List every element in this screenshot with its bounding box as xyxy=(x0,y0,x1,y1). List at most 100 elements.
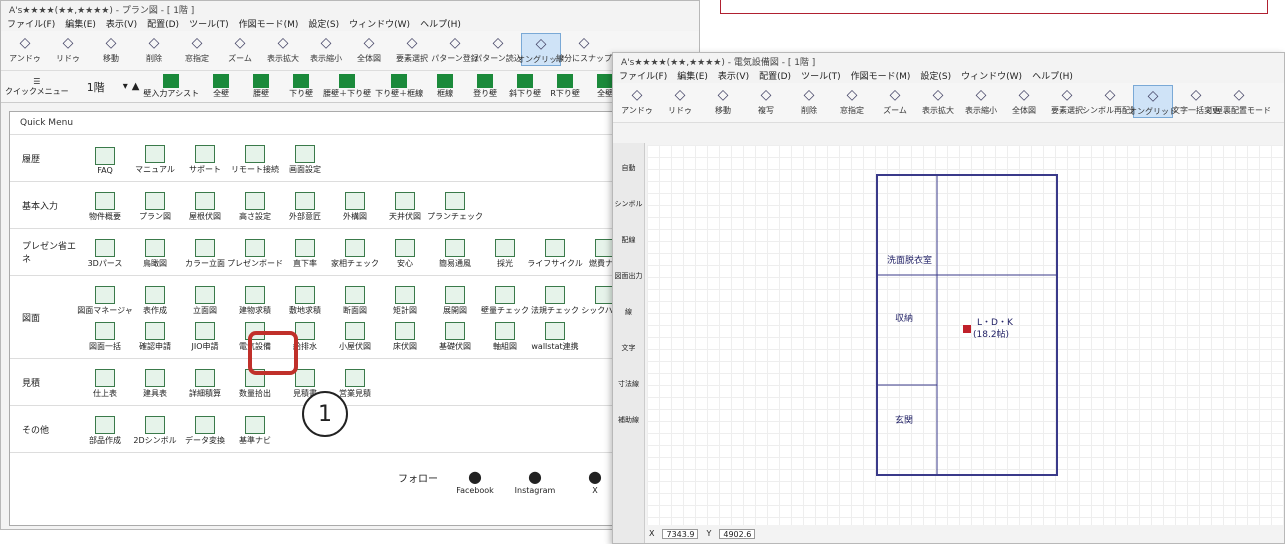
menu-item-button[interactable]: 法規チェック xyxy=(531,282,579,316)
menu-item[interactable]: 配置(D) xyxy=(147,17,179,30)
menu-item-button[interactable]: 簡易通風 xyxy=(432,235,478,269)
tool-button[interactable]: ◇ 表示拡大 xyxy=(263,33,303,64)
menu-item-button[interactable]: 安心 xyxy=(382,235,428,269)
menu-item[interactable]: ウィンドウ(W) xyxy=(961,69,1022,82)
menu-item[interactable]: 作図モード(M) xyxy=(851,69,911,82)
tool-button[interactable]: ◇ シンボル再配置 xyxy=(1082,85,1138,116)
menu-item-button[interactable]: FAQ xyxy=(82,141,128,175)
tool-button[interactable]: ◇ 表示拡大 xyxy=(918,85,958,116)
tool-button[interactable]: ◇ パターン登録 xyxy=(431,33,479,64)
menu-item-button[interactable]: 2Dシンボル xyxy=(132,412,178,446)
menu-item-button[interactable]: 小屋伏図 xyxy=(332,318,378,352)
tool-button[interactable]: ◇ 表示縮小 xyxy=(961,85,1001,116)
menu-item-button[interactable]: 壁量チェック xyxy=(481,282,529,316)
tool-button[interactable]: ◇ アンドゥ xyxy=(617,85,657,116)
menu-item-button[interactable]: 基準ナビ xyxy=(232,412,278,446)
menu-item-button[interactable]: 図面一括 xyxy=(82,318,128,352)
tool-button[interactable]: ◇ 線分にスナップ xyxy=(556,33,612,64)
menu-item-button[interactable]: マニュアル xyxy=(132,141,178,175)
menu-item[interactable]: ファイル(F) xyxy=(7,17,55,30)
menu-item[interactable]: ツール(T) xyxy=(189,17,229,30)
menu-item-button[interactable]: 物件概要 xyxy=(82,188,128,222)
menu-item[interactable]: 設定(S) xyxy=(920,69,951,82)
menu-item[interactable]: 配置(D) xyxy=(759,69,791,82)
tool-button[interactable]: ◇ オングリッド xyxy=(1129,85,1177,118)
tool-button[interactable]: ◇ 複写 xyxy=(746,85,786,116)
menu-item-button[interactable]: 表作成 xyxy=(132,282,178,316)
tool-button[interactable]: ◇ 削除 xyxy=(134,33,174,64)
menu-item[interactable]: ヘルプ(H) xyxy=(1032,69,1073,82)
palette-item[interactable]: 文字 xyxy=(613,323,644,359)
menu-item[interactable]: 表示(V) xyxy=(718,69,749,82)
menu-item-button[interactable]: 屋根伏図 xyxy=(182,188,228,222)
menu-item-button[interactable]: 確認申請 xyxy=(132,318,178,352)
menu-item[interactable]: ウィンドウ(W) xyxy=(349,17,410,30)
menu-item-button[interactable]: 立面図 xyxy=(182,282,228,316)
palette-item[interactable]: 自動 xyxy=(613,143,644,179)
tool-button[interactable]: ◇ 全体図 xyxy=(349,33,389,64)
palette-item[interactable]: 補助線 xyxy=(613,395,644,431)
menu-item-button[interactable]: JIO申請 xyxy=(182,318,228,352)
menu-item-button[interactable]: 断面図 xyxy=(332,282,378,316)
menu-item-button[interactable]: 天井伏図 xyxy=(382,188,428,222)
menu-item-button[interactable]: 床伏図 xyxy=(382,318,428,352)
tool-button[interactable]: ◇ 移動 xyxy=(703,85,743,116)
tool-button[interactable]: ◇ 窓指定 xyxy=(832,85,872,116)
wall-button[interactable]: 斜下り壁 xyxy=(507,74,543,99)
menu-item-button[interactable]: 矩計図 xyxy=(382,282,428,316)
wall-button[interactable]: 下り壁 xyxy=(283,74,319,99)
menu-item-button[interactable]: 画面設定 xyxy=(282,141,328,175)
light-symbol[interactable] xyxy=(963,325,971,333)
tool-button[interactable]: ◇ 窓指定 xyxy=(177,33,217,64)
tool-button[interactable]: ◇ ズーム xyxy=(220,33,260,64)
sns-link[interactable]: ● Instagram xyxy=(512,461,558,495)
tool-button[interactable]: ◇ 全体図 xyxy=(1004,85,1044,116)
tool-button[interactable]: ◇ リドゥ xyxy=(660,85,700,116)
menu-item[interactable]: 表示(V) xyxy=(106,17,137,30)
menu-item-button[interactable]: 仕上表 xyxy=(82,365,128,399)
wall-button[interactable]: 下り壁＋框線 xyxy=(375,74,423,99)
tool-button[interactable]: ◇ リドゥ xyxy=(48,33,88,64)
tool-button[interactable]: ◇ 移動 xyxy=(91,33,131,64)
drawing-canvas[interactable]: 洗面脱衣室 収納 L・D・K (18.2帖) 玄関 xyxy=(647,145,1283,525)
menu-item-button[interactable]: サポート xyxy=(182,141,228,175)
menu-item-button[interactable]: プランチェック xyxy=(427,188,483,222)
palette-item[interactable]: 線 xyxy=(613,287,644,323)
chevron-down-icon[interactable]: ▾ xyxy=(123,81,128,92)
menu-item-button[interactable]: 鳥瞰図 xyxy=(132,235,178,269)
menu-item[interactable]: 作図モード(M) xyxy=(239,17,299,30)
menu-item-button[interactable]: プラン図 xyxy=(132,188,178,222)
menu-item-button[interactable]: 基礎伏図 xyxy=(432,318,478,352)
palette-item[interactable]: 寸法線 xyxy=(613,359,644,395)
palette-item[interactable]: 配線 xyxy=(613,215,644,251)
quick-menu-button[interactable]: ☰ クイックメニュー xyxy=(5,77,69,97)
palette-item[interactable]: 図面出力 xyxy=(613,251,644,287)
menu-item-button[interactable]: 建具表 xyxy=(132,365,178,399)
tool-button[interactable]: ◇ 要素選択 xyxy=(392,33,432,64)
menu-item[interactable]: ヘルプ(H) xyxy=(420,17,461,30)
menu-item-button[interactable]: ライフサイクル xyxy=(527,235,583,269)
menu-item-button[interactable]: 展開図 xyxy=(432,282,478,316)
wall-button[interactable]: 壁入力アシスト xyxy=(143,74,199,99)
floor-select[interactable]: 1階 xyxy=(73,79,119,95)
tool-button[interactable]: ◇ 削除 xyxy=(789,85,829,116)
menu-item-button[interactable]: 建物求積 xyxy=(232,282,278,316)
menu-item[interactable]: ツール(T) xyxy=(801,69,841,82)
wall-button[interactable]: R下り壁 xyxy=(547,74,583,99)
wall-button[interactable]: 全壁 xyxy=(203,74,239,99)
tool-button[interactable]: ◇ アンドゥ xyxy=(5,33,45,64)
tool-button[interactable]: ◇ 小屋裏配置モード xyxy=(1207,85,1271,116)
wall-button[interactable]: 框線 xyxy=(427,74,463,99)
menu-item-button[interactable]: 採光 xyxy=(482,235,528,269)
menu-item-button[interactable]: 図面マネージャ xyxy=(77,282,133,316)
triangle-up-icon[interactable]: ▲ xyxy=(132,81,140,92)
menu-item-button[interactable]: 直下率 xyxy=(282,235,328,269)
menu-item-button[interactable]: 詳細積算 xyxy=(182,365,228,399)
wall-button[interactable]: 登り壁 xyxy=(467,74,503,99)
menu-item[interactable]: ファイル(F) xyxy=(619,69,667,82)
palette-item[interactable]: シンボル xyxy=(613,179,644,215)
menu-item[interactable]: 設定(S) xyxy=(308,17,339,30)
menu-item-button[interactable]: 営業見積 xyxy=(332,365,378,399)
menu-item-button[interactable]: 敷地求積 xyxy=(282,282,328,316)
tool-button[interactable]: ◇ 要素選択 xyxy=(1047,85,1087,116)
